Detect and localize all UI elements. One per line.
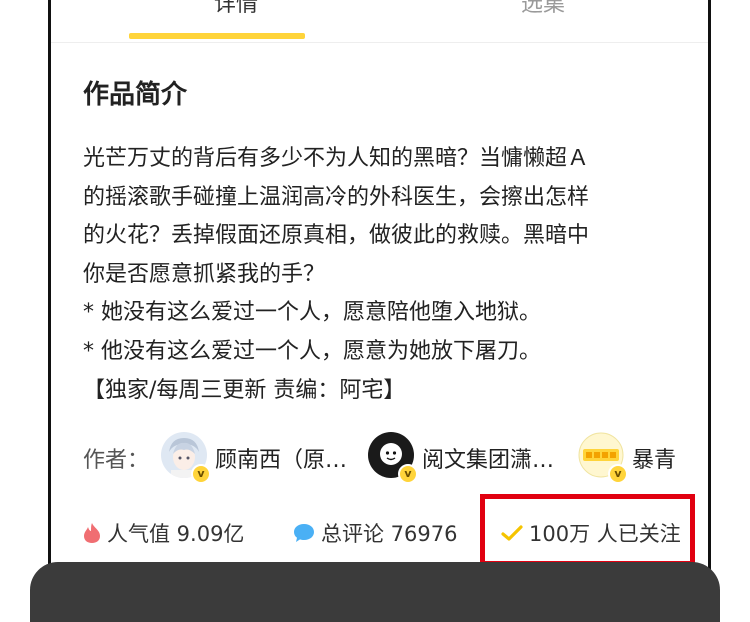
tab-bar: 详情 选集 xyxy=(51,0,708,43)
verified-badge: v xyxy=(608,464,628,484)
intro-line: 【独家/每周三更新 责编：阿宅】 xyxy=(83,377,406,403)
tab-details[interactable]: 详情 xyxy=(214,0,258,18)
frame-right-border xyxy=(708,0,711,586)
author-name: 阅文集团潇… xyxy=(422,448,555,473)
highlight-box xyxy=(480,494,695,566)
comments-text: 总评论 76976 xyxy=(321,522,458,546)
frame-left-border xyxy=(48,0,51,586)
intro-text: 光芒万丈的背后有多少不为人知的黑暗？当慵懒超Ａ 的摇滚歌手碰撞上温润高冷的外科医… xyxy=(83,140,693,410)
intro-line: 的摇滚歌手碰撞上温润高冷的外科医生，会擦出怎样 xyxy=(83,184,590,210)
author-name: 暴青 xyxy=(632,448,677,473)
intro-line: 光芒万丈的背后有多少不为人知的黑暗？当慵懒超Ａ xyxy=(83,146,590,171)
intro-line: * 她没有这么爱过一个人，愿意陪他堕入地狱。 xyxy=(83,300,541,326)
comments-stat[interactable]: 总评论 76976 xyxy=(293,518,457,548)
intro-line: * 他没有这么爱过一个人，愿意为她放下屠刀。 xyxy=(83,338,541,364)
intro-line: 的火花？丢掉假面还原真相，做彼此的救赎。黑暗中 xyxy=(83,223,590,249)
verified-badge: v xyxy=(191,464,211,484)
authors-row: 作者： v 顾南西（原… v 阅文集团潇… v 暴青 xyxy=(83,430,693,484)
popularity-stat: 人气值 9.09亿 xyxy=(83,518,244,549)
bottom-action-bar xyxy=(30,562,720,622)
verified-badge: v xyxy=(398,464,418,484)
author-name: 顾南西（原… xyxy=(215,448,348,473)
intro-line: 你是否愿意抓紧我的手？ xyxy=(83,261,326,287)
comment-bubble-icon xyxy=(293,523,315,548)
tab-active-indicator xyxy=(129,33,305,39)
section-title: 作品简介 xyxy=(83,80,188,110)
authors-label: 作者： xyxy=(83,448,150,473)
flame-icon xyxy=(83,522,101,549)
tab-selections[interactable]: 选集 xyxy=(521,0,565,18)
popularity-text: 人气值 9.09亿 xyxy=(107,522,245,546)
